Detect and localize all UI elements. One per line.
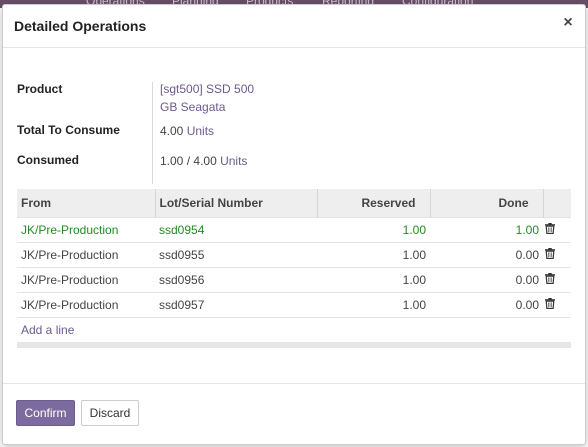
move-lines-table: From Lot/Serial Number Reserved Done JK/… — [17, 189, 571, 348]
consumed-total: 4.00 — [193, 154, 217, 168]
total-to-consume-label: Total To Consume — [17, 123, 120, 137]
reserved-cell[interactable]: 1.00 — [317, 241, 430, 267]
column-header-from[interactable]: From — [17, 189, 155, 217]
delete-row-cell — [543, 266, 571, 292]
product-value-line1[interactable]: [sgt500] SSD 500 — [160, 82, 254, 96]
lot-cell[interactable]: ssd0955 — [155, 241, 317, 267]
delete-row-cell — [543, 241, 571, 267]
detailed-operations-dialog: Detailed Operations × Product [sgt500] S… — [2, 4, 586, 445]
consumed-uom: Units — [220, 154, 248, 168]
total-qty: 4.00 — [160, 124, 184, 138]
from-cell[interactable]: JK/Pre-Production — [17, 291, 155, 317]
from-cell[interactable]: JK/Pre-Production — [17, 266, 155, 292]
consumed-value: 1.00 / 4.00 Units — [160, 154, 247, 168]
close-icon[interactable]: × — [561, 15, 575, 31]
product-value-line2[interactable]: GB Seagata — [160, 100, 225, 114]
modal-header: Detailed Operations × — [3, 5, 585, 48]
trash-icon[interactable] — [545, 247, 555, 262]
trash-icon[interactable] — [545, 297, 555, 312]
consumed-separator: / — [186, 154, 191, 168]
from-cell[interactable]: JK/Pre-Production — [17, 241, 155, 267]
done-cell[interactable]: 0.00 — [430, 266, 543, 292]
trash-icon[interactable] — [545, 222, 555, 237]
product-label: Product — [17, 82, 63, 96]
delete-row-cell — [543, 291, 571, 317]
total-to-consume-value: 4.00 Units — [160, 124, 214, 138]
from-cell[interactable]: JK/Pre-Production — [17, 216, 155, 242]
table-row[interactable]: JK/Pre-Production ssd0957 1.00 0.00 — [17, 291, 571, 317]
table-row[interactable]: JK/Pre-Production ssd0956 1.00 0.00 — [17, 266, 571, 292]
confirm-button[interactable]: Confirm — [16, 400, 75, 426]
total-uom: Units — [186, 124, 215, 138]
lot-cell[interactable]: ssd0956 — [155, 266, 317, 292]
consumed-qty: 1.00 — [160, 154, 184, 168]
discard-button[interactable]: Discard — [81, 400, 139, 426]
add-line-link[interactable]: Add a line — [17, 316, 571, 342]
column-header-lot[interactable]: Lot/Serial Number — [154, 189, 317, 217]
modal-footer: Confirm Discard — [3, 383, 585, 445]
consumed-label: Consumed — [17, 153, 80, 167]
column-header-reserved[interactable]: Reserved — [316, 189, 430, 217]
lot-cell[interactable]: ssd0954 — [155, 216, 317, 242]
table-row[interactable]: JK/Pre-Production ssd0954 1.00 1.00 — [17, 216, 571, 242]
form-separator — [152, 82, 153, 184]
trash-icon[interactable] — [545, 272, 555, 287]
done-cell[interactable]: 0.00 — [430, 291, 543, 317]
done-cell[interactable]: 0.00 — [430, 241, 543, 267]
done-cell[interactable]: 1.00 — [430, 216, 543, 242]
delete-row-cell — [543, 216, 571, 242]
reserved-cell[interactable]: 1.00 — [317, 216, 430, 242]
modal-title: Detailed Operations — [14, 18, 147, 34]
table-footer — [17, 342, 571, 348]
column-header-done[interactable]: Done — [429, 189, 543, 217]
reserved-cell[interactable]: 1.00 — [317, 266, 430, 292]
reserved-cell[interactable]: 1.00 — [317, 291, 430, 317]
add-line-row: Add a line — [17, 316, 571, 342]
column-header-actions — [542, 189, 571, 217]
table-header-row: From Lot/Serial Number Reserved Done — [17, 189, 571, 217]
lot-cell[interactable]: ssd0957 — [155, 291, 317, 317]
table-row[interactable]: JK/Pre-Production ssd0955 1.00 0.00 — [17, 241, 571, 267]
